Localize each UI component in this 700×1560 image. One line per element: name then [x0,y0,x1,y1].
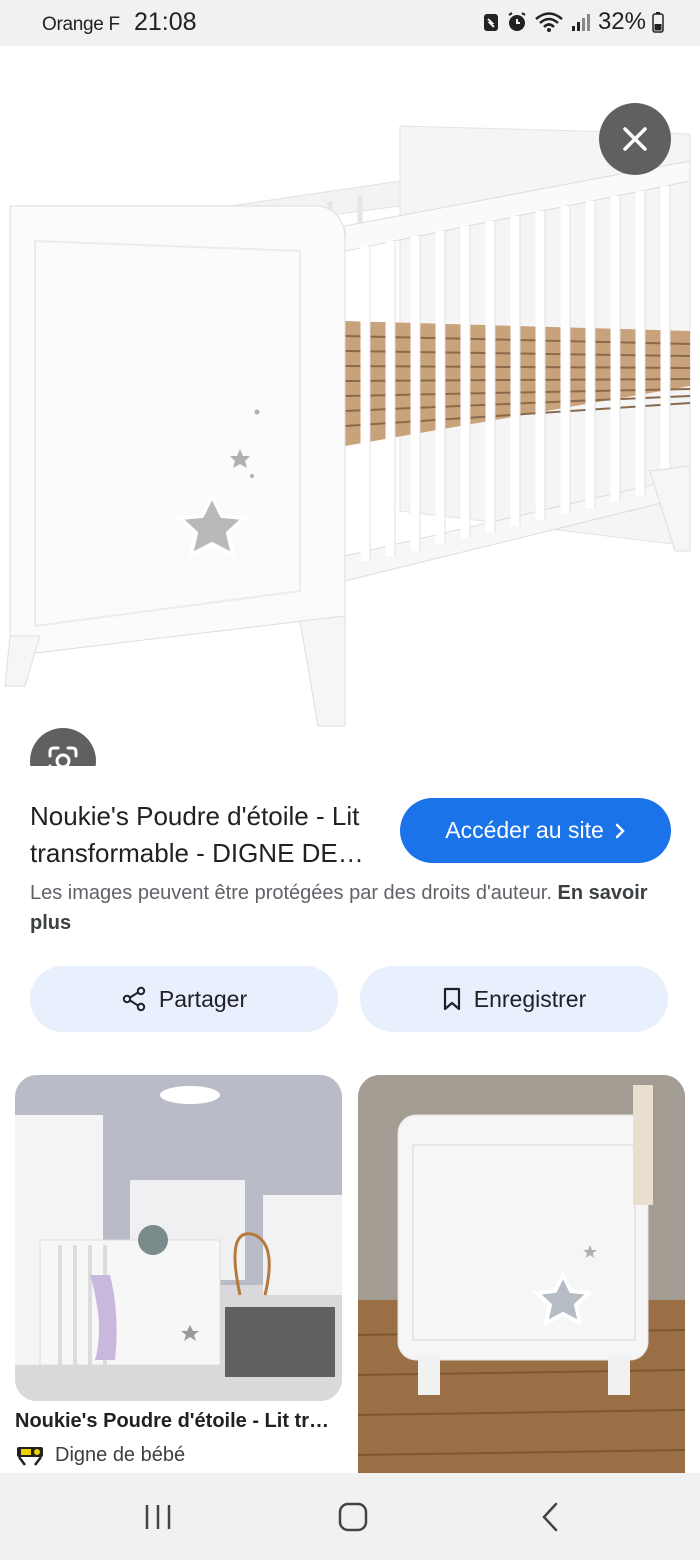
back-button[interactable] [520,1495,580,1539]
status-bar: Orange F 21:08 32% [0,0,700,46]
crib-photo-image [358,1075,685,1475]
status-left: Orange F 21:08 [42,8,197,37]
save-label: Enregistrer [473,985,587,1012]
battery-percent: 32% [597,8,646,35]
nursery-room-image [15,1075,342,1401]
status-right: 32% [482,8,664,36]
crib-image [0,46,700,766]
signal-icon [570,11,592,33]
copyright-notice: Les images peuvent être protégées par de… [30,878,670,938]
related-title[interactable]: Noukie's Poudre d'étoile - Lit transform… [15,1410,335,1433]
result-title[interactable]: Noukie's Poudre d'étoile - Lit transform… [30,798,380,872]
share-icon [122,986,146,1012]
share-button[interactable]: Partager [30,966,338,1032]
visit-site-label: Accéder au site [445,817,604,843]
main-image[interactable] [0,46,700,766]
chevron-right-icon [615,823,625,838]
bookmark-icon [443,987,460,1011]
recents-icon [145,1505,171,1529]
back-icon [542,1502,558,1532]
carrier-name: Orange F [42,14,120,35]
site-favicon-icon [17,1447,43,1466]
share-label: Partager [158,985,248,1012]
recents-button[interactable] [128,1495,188,1539]
related-source-name: Digne de bébé [55,1443,186,1466]
copyright-text: Les images peuvent être protégées par de… [30,882,552,904]
alarm-icon [506,11,528,33]
related-source[interactable]: Digne de bébé [15,1441,185,1469]
close-button[interactable] [599,103,671,175]
visit-site-button[interactable]: Accéder au site [400,798,671,863]
home-button[interactable] [323,1495,383,1539]
battery-icon [652,11,664,33]
related-image-2[interactable] [358,1075,685,1475]
nfc-icon [482,11,500,33]
wifi-icon [534,11,564,33]
close-icon [623,127,647,151]
clock: 21:08 [133,8,197,36]
related-image-1[interactable] [15,1075,342,1401]
save-button[interactable]: Enregistrer [360,966,668,1032]
google-lens-icon [48,746,78,766]
system-nav-bar [0,1473,700,1560]
home-icon [338,1502,368,1532]
